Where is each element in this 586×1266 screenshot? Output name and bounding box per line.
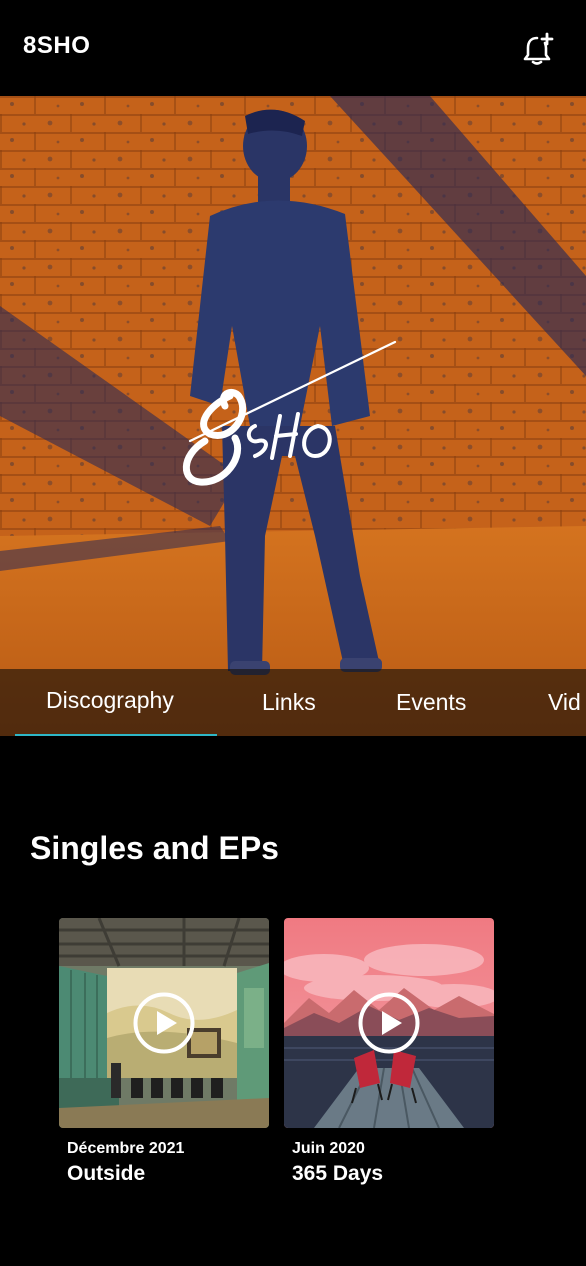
release-date: Juin 2020: [292, 1140, 365, 1157]
notification-button[interactable]: [518, 28, 560, 70]
section-title: Singles and EPs: [30, 830, 279, 866]
artist-hero-image: Discography Links Events Vid: [0, 96, 586, 736]
bell-plus-icon: [523, 32, 554, 65]
active-tab-indicator: [15, 734, 217, 736]
release-date: Décembre 2021: [67, 1140, 185, 1157]
section-tabs: Discography Links Events Vid: [0, 669, 586, 736]
tab-events[interactable]: Events: [396, 689, 466, 716]
release-card-outside[interactable]: Décembre 2021 Outside: [59, 918, 269, 1185]
tab-links[interactable]: Links: [262, 689, 316, 716]
hero-photo: [0, 96, 586, 736]
artist-page: 8SHO Discography Links Events Vid Single…: [0, 0, 586, 1266]
album-cover[interactable]: [284, 918, 494, 1128]
release-card-365-days[interactable]: Juin 2020 365 Days: [284, 918, 494, 1185]
release-title: Outside: [67, 1162, 146, 1185]
release-title: 365 Days: [292, 1162, 384, 1185]
play-icon[interactable]: [133, 992, 195, 1054]
app-title: 8SHO: [23, 32, 91, 59]
tab-discography[interactable]: Discography: [46, 687, 174, 714]
play-icon[interactable]: [358, 992, 420, 1054]
top-bar: 8SHO: [0, 0, 586, 96]
album-cover[interactable]: [59, 918, 269, 1128]
tab-videos[interactable]: Vid: [548, 689, 581, 716]
